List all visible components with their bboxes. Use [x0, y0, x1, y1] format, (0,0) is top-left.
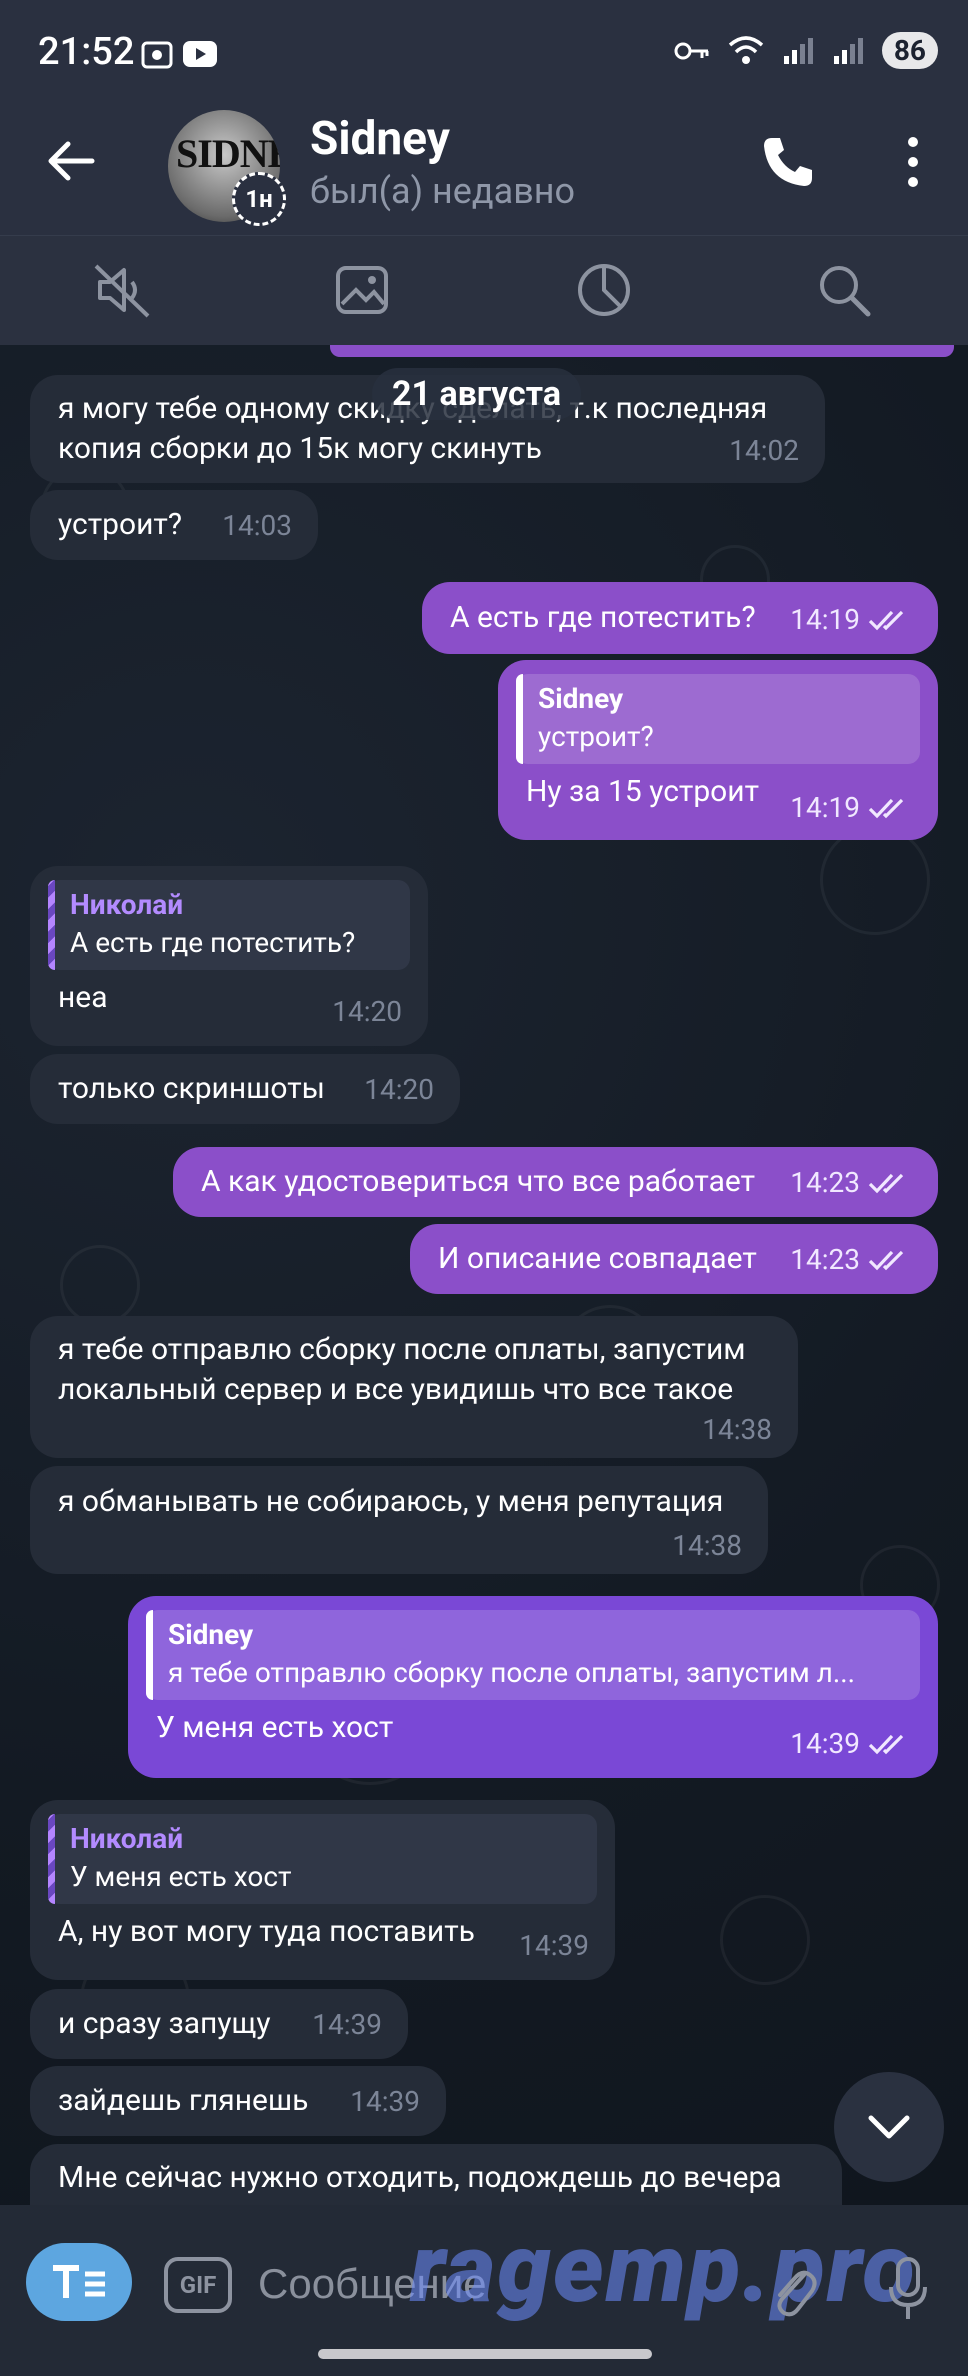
wifi-icon — [728, 35, 764, 64]
text-format-icon — [53, 2265, 105, 2298]
media-gallery-icon[interactable] — [330, 258, 394, 322]
message-meta: 14:38 — [702, 1410, 772, 1450]
message-bubble-in[interactable]: зайдешь глянешь 14:39 — [30, 2066, 446, 2136]
message-bubble-in[interactable]: я тебе отправлю сборку после оплаты, зап… — [30, 1316, 798, 1458]
message-bubble-out[interactable]: Sidney я тебе отправлю сборку после опла… — [128, 1596, 938, 1778]
message-meta: 14:02 — [729, 431, 799, 471]
avatar-logo-text: SIDNEY — [176, 131, 280, 176]
attach-paperclip-icon[interactable] — [768, 2261, 818, 2321]
reply-author: Николай — [70, 1822, 184, 1855]
home-gesture-pill[interactable] — [318, 2349, 652, 2359]
message-bubble-out[interactable]: А есть где потестить? 14:19 — [422, 582, 938, 654]
reply-text: А есть где потестить? — [70, 926, 356, 959]
message-text: я тебе отправлю сборку после оплаты, зап… — [58, 1332, 746, 1407]
message-bubble-out[interactable]: А как удостовериться что все работает 14… — [173, 1147, 938, 1217]
scroll-to-bottom-button[interactable] — [834, 2072, 944, 2182]
message-bubble-in[interactable]: Николай У меня есть хост А, ну вот могу … — [30, 1800, 615, 1980]
message-input[interactable] — [258, 2249, 738, 2319]
message-meta: 14:39 — [312, 2005, 382, 2045]
screenshot-icon — [141, 41, 173, 69]
message-time: 14:20 — [364, 1073, 434, 1106]
chat-header: SIDNEY 1н Sidney был(а) недавно — [0, 110, 968, 235]
message-time: 14:39 — [350, 2085, 420, 2118]
reply-author: Николай — [70, 888, 184, 921]
message-meta: 14:20 — [364, 1070, 434, 1110]
chevron-down-icon — [868, 2115, 910, 2139]
message-meta: 14:38 — [672, 1526, 742, 1566]
message-meta: 14:19 — [790, 788, 912, 828]
message-meta: 14:19 — [790, 600, 912, 640]
contact-status: был(а) недавно — [310, 170, 576, 212]
message-time: 14:23 — [790, 1166, 860, 1199]
message-bubble-in[interactable]: Николай А есть где потестить? неа 14:20 — [30, 866, 428, 1046]
message-meta: 14:39 — [350, 2082, 420, 2122]
message-time: 14:03 — [222, 509, 292, 542]
reply-text: У меня есть хост — [70, 1860, 292, 1893]
more-vertical-icon[interactable] — [898, 132, 928, 192]
message-time: 14:23 — [790, 1243, 860, 1276]
message-input-bar: GIF ragemp.pro — [0, 2205, 968, 2335]
chat-tabs-bar — [0, 235, 968, 345]
text-format-button[interactable] — [26, 2243, 132, 2321]
double-check-icon — [868, 1173, 904, 1194]
mute-icon[interactable] — [90, 258, 154, 322]
previous-message-edge — [330, 345, 954, 357]
message-bubble-in[interactable]: устроит? 14:03 — [30, 490, 318, 560]
reply-author: Sidney — [538, 682, 624, 715]
double-check-icon — [868, 798, 904, 819]
story-badge: 1н — [232, 172, 286, 226]
message-time: 14:20 — [332, 995, 402, 1028]
system-navigation-bar — [0, 2335, 968, 2376]
reply-quote[interactable]: Sidney я тебе отправлю сборку после опла… — [146, 1610, 920, 1700]
message-time: 14:19 — [790, 603, 860, 636]
youtube-icon — [183, 41, 217, 67]
message-meta: 14:39 — [519, 1926, 589, 1966]
contact-name[interactable]: Sidney — [310, 112, 450, 166]
message-meta: 14:39 — [790, 1724, 912, 1764]
message-meta: 14:23 — [790, 1163, 912, 1203]
message-time: 14:38 — [672, 1529, 742, 1562]
reply-text: устроит? — [538, 720, 654, 753]
status-time: 21:52 — [38, 30, 135, 74]
message-time: 14:39 — [312, 2008, 382, 2041]
gif-button[interactable]: GIF — [164, 2257, 232, 2313]
battery-indicator: 86 — [881, 32, 938, 69]
double-check-icon — [868, 1734, 904, 1755]
signal-roaming-icon — [833, 37, 863, 64]
date-separator: 21 августа — [372, 368, 582, 420]
message-time: 14:02 — [729, 434, 799, 467]
message-text: я обманывать не собираюсь, у меня репута… — [58, 1484, 724, 1519]
message-meta: 14:20 — [332, 992, 402, 1032]
reply-quote[interactable]: Николай У меня есть хост — [48, 1814, 597, 1904]
double-check-icon — [868, 610, 904, 631]
back-arrow-icon[interactable] — [40, 130, 102, 192]
message-time: 14:39 — [790, 1727, 860, 1760]
message-meta: 14:23 — [790, 1240, 912, 1280]
reply-text: я тебе отправлю сборку после оплаты, зап… — [168, 1656, 855, 1689]
search-icon[interactable] — [812, 258, 876, 322]
microphone-icon[interactable] — [888, 2257, 928, 2321]
message-bubble-in[interactable]: я обманывать не собираюсь, у меня репута… — [30, 1466, 768, 1574]
vpn-key-icon — [674, 42, 709, 59]
message-time: 14:19 — [790, 791, 860, 824]
message-bubble-out[interactable]: И описание совпадает 14:23 — [410, 1224, 938, 1294]
message-time: 14:38 — [702, 1413, 772, 1446]
message-text: Мне сейчас нужно отходить, подождешь до … — [58, 2160, 782, 2195]
message-meta: 14:03 — [222, 506, 292, 546]
message-bubble-in[interactable]: только скриншоты 14:20 — [30, 1054, 460, 1124]
reply-author: Sidney — [168, 1618, 254, 1651]
message-bubble-in[interactable]: и сразу запущу 14:39 — [30, 1989, 408, 2059]
reply-quote[interactable]: Николай А есть где потестить? — [48, 880, 410, 970]
signal-icon — [783, 37, 813, 64]
timer-icon[interactable] — [572, 258, 636, 322]
reply-quote[interactable]: Sidney устроит? — [516, 674, 920, 764]
status-bar: 21:52 86 — [0, 0, 968, 110]
double-check-icon — [868, 1250, 904, 1271]
phone-call-icon[interactable] — [758, 132, 818, 192]
status-icons: 86 — [674, 32, 938, 69]
message-bubble-out[interactable]: Sidney устроит? Ну за 15 устроит 14:19 — [498, 660, 938, 840]
message-time: 14:39 — [519, 1929, 589, 1962]
